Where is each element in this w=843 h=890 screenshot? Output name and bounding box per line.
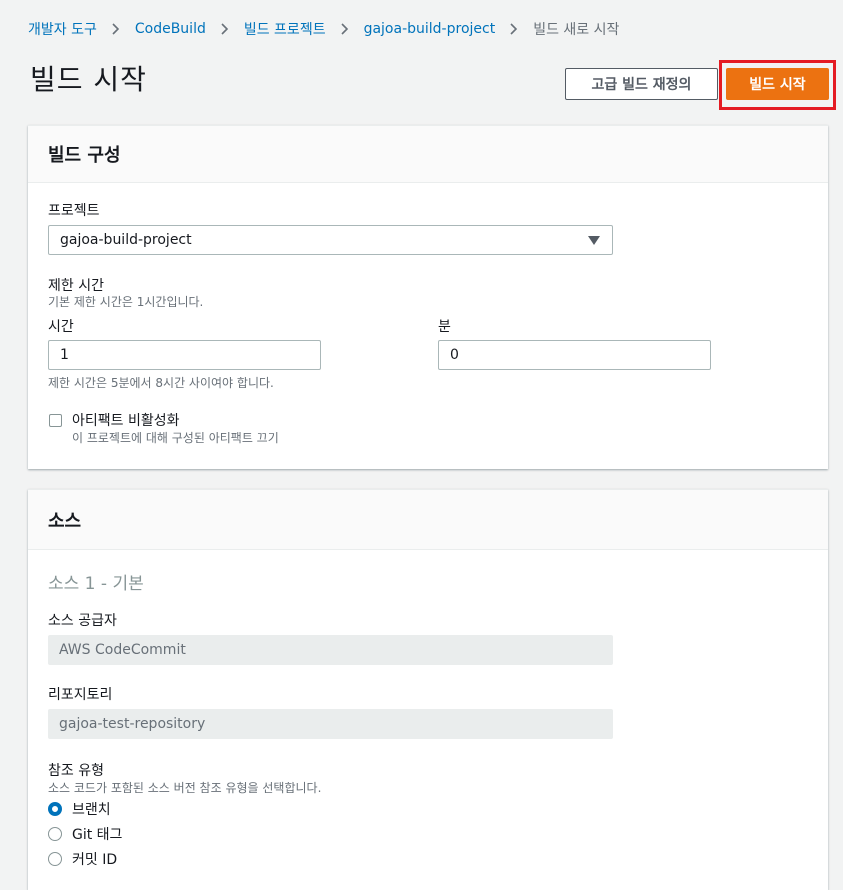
repository-field: gajoa-test-repository: [48, 709, 613, 739]
disable-artifacts-checkbox[interactable]: [49, 414, 62, 427]
disable-artifacts-label[interactable]: 아티팩트 비활성화: [72, 410, 180, 430]
radio-git-tag-label[interactable]: Git 태그: [72, 824, 122, 844]
source-provider-value: AWS CodeCommit: [59, 642, 186, 658]
timeout-hint: 제한 시간은 5분에서 8시간 사이여야 합니다.: [48, 376, 274, 390]
radio-commit-id-label[interactable]: 커밋 ID: [72, 849, 117, 869]
radio-branch-label[interactable]: 브랜치: [72, 799, 111, 819]
caret-down-icon: [588, 236, 600, 245]
source-header: 소스: [28, 490, 828, 550]
breadcrumb-build-projects[interactable]: 빌드 프로젝트: [244, 19, 326, 39]
repository-value: gajoa-test-repository: [59, 716, 206, 732]
timeout-description: 기본 제한 시간은 1시간입니다.: [48, 295, 204, 309]
project-label: 프로젝트: [48, 203, 100, 219]
project-select-value: gajoa-build-project: [60, 232, 192, 248]
build-config-panel: 빌드 구성 프로젝트 gajoa-build-project 제한 시간 기본 …: [28, 125, 828, 469]
breadcrumb-codebuild[interactable]: CodeBuild: [135, 21, 206, 37]
page-title: 빌드 시작: [30, 63, 147, 96]
breadcrumb-project[interactable]: gajoa-build-project: [364, 21, 496, 37]
advanced-override-button[interactable]: 고급 빌드 재정의: [565, 68, 718, 100]
chevron-right-icon: [111, 22, 121, 36]
build-config-header: 빌드 구성: [28, 126, 828, 183]
chevron-right-icon: [509, 22, 519, 36]
reference-type-description: 소스 코드가 포함된 소스 버전 참조 유형을 선택합니다.: [48, 781, 322, 795]
source-title: 소스: [48, 510, 82, 532]
breadcrumb: 개발자 도구 CodeBuild 빌드 프로젝트 gajoa-build-pro…: [28, 19, 619, 39]
build-config-title: 빌드 구성: [48, 145, 121, 166]
radio-branch[interactable]: [48, 802, 62, 816]
start-build-button[interactable]: 빌드 시작: [726, 68, 829, 100]
source-panel: 소스 소스 1 - 기본 소스 공급자 AWS CodeCommit 리포지토리…: [28, 489, 828, 890]
radio-git-tag[interactable]: [48, 827, 62, 841]
hours-label: 시간: [48, 319, 74, 335]
disable-artifacts-description: 이 프로젝트에 대해 구성된 아티팩트 끄기: [72, 431, 279, 445]
hours-input[interactable]: [48, 340, 321, 370]
repository-label: 리포지토리: [48, 687, 113, 703]
source-provider-label: 소스 공급자: [48, 613, 117, 629]
minutes-input[interactable]: [438, 340, 711, 370]
breadcrumb-current: 빌드 새로 시작: [533, 22, 620, 38]
project-select[interactable]: gajoa-build-project: [48, 225, 613, 255]
source-subtitle: 소스 1 - 기본: [48, 574, 144, 594]
chevron-right-icon: [340, 22, 350, 36]
radio-commit-id[interactable]: [48, 852, 62, 866]
minutes-label: 분: [438, 319, 451, 335]
chevron-right-icon: [220, 22, 230, 36]
reference-type-label: 참조 유형: [48, 763, 104, 779]
breadcrumb-developer-tools[interactable]: 개발자 도구: [28, 19, 97, 39]
source-provider-field: AWS CodeCommit: [48, 635, 613, 665]
timeout-label: 제한 시간: [48, 278, 104, 294]
